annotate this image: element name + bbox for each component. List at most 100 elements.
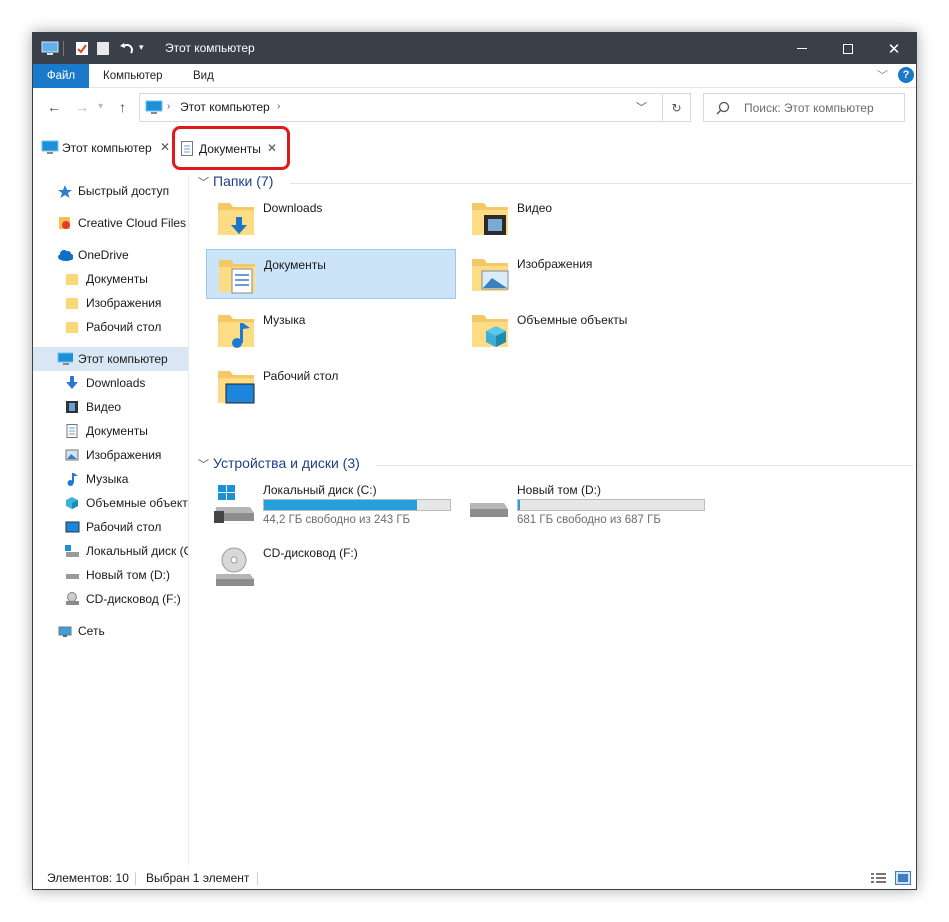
folder-documents[interactable]: Документы xyxy=(206,249,456,299)
pictures-folder-icon xyxy=(472,259,509,291)
film-icon xyxy=(66,401,78,413)
folder-icon xyxy=(66,322,78,333)
new-folder-icon[interactable] xyxy=(96,41,110,56)
sidebar-item-onedrive-desktop[interactable]: Рабочий стол xyxy=(33,315,188,339)
address-dropdown-icon[interactable]: ﹀ xyxy=(636,99,647,115)
sidebar-item-label: Документы xyxy=(86,272,148,286)
drive-new-volume-d[interactable]: Новый том (D:) 681 ГБ свободно из 687 ГБ xyxy=(460,481,710,533)
sidebar-item-label: Быстрый доступ xyxy=(78,184,170,198)
folder-name: Downloads xyxy=(263,201,323,215)
folder-desktop[interactable]: Рабочий стол xyxy=(206,361,456,411)
sidebar-item-pictures[interactable]: Изображения xyxy=(33,443,188,467)
cd-drive-icon xyxy=(216,547,254,586)
drive-cd-f[interactable]: CD-дисковод (F:) xyxy=(206,544,456,596)
network-icon xyxy=(58,626,72,637)
sidebar-item-label: Музыка xyxy=(86,472,129,486)
sidebar-item-local-disk-c[interactable]: Локальный диск (С xyxy=(33,539,188,563)
tab-view[interactable]: Вид xyxy=(181,64,226,88)
sidebar-item-label: Рабочий стол xyxy=(86,320,162,334)
sidebar-item-new-volume-d[interactable]: Новый том (D:) xyxy=(33,563,188,587)
folder-downloads[interactable]: Downloads xyxy=(206,193,456,243)
details-view-icon[interactable] xyxy=(871,872,887,885)
customize-toolbar-icon[interactable]: ▾ xyxy=(139,42,144,53)
drive-free-space: 44,2 ГБ свободно из 243 ГБ xyxy=(263,514,411,526)
sidebar-item-this-pc[interactable]: Этот компьютер xyxy=(33,347,188,371)
breadcrumb[interactable]: Этот компьютер xyxy=(180,100,270,114)
sidebar-item-downloads[interactable]: Downloads xyxy=(33,371,188,395)
sidebar-item-label: Этот компьютер xyxy=(78,352,168,366)
tab-this-pc[interactable]: Этот компьютер ✕ xyxy=(39,134,172,162)
folder-video[interactable]: Видео xyxy=(460,193,710,243)
up-arrow-icon[interactable]: ↑ xyxy=(119,99,126,115)
folder-3d-objects[interactable]: Объемные объекты xyxy=(460,305,710,355)
title-bar: ▾ Этот компьютер ✕ xyxy=(33,33,916,64)
3d-objects-folder-icon xyxy=(472,315,508,347)
search-input[interactable]: Поиск: Этот компьютер xyxy=(703,93,905,122)
navigation-pane: Быстрый доступ Creative Cloud Files OneD… xyxy=(33,175,189,865)
sidebar-item-quick-access[interactable]: Быстрый доступ xyxy=(33,179,188,203)
close-icon: ✕ xyxy=(887,40,901,58)
tab-label: Этот компьютер xyxy=(62,141,152,155)
sidebar-item-label: Изображения xyxy=(86,448,162,462)
folder-icon xyxy=(66,274,78,285)
sidebar-item-documents[interactable]: Документы xyxy=(33,419,188,443)
drive-free-space: 681 ГБ свободно из 687 ГБ xyxy=(517,514,661,526)
breadcrumb-chevron-icon[interactable]: › xyxy=(277,101,280,112)
highlight-frame xyxy=(172,126,290,170)
divider xyxy=(376,465,913,466)
group-header-folders[interactable]: ﹀ Папки (7) xyxy=(198,173,913,193)
desktop-icon xyxy=(65,521,80,533)
large-icons-view-icon[interactable] xyxy=(895,871,911,885)
drive-usage-fill xyxy=(518,500,520,510)
sidebar-item-music[interactable]: Музыка xyxy=(33,467,188,491)
drive-name: CD-дисковод (F:) xyxy=(263,546,358,560)
folder-pictures[interactable]: Изображения xyxy=(460,249,710,299)
sidebar-item-onedrive-documents[interactable]: Документы xyxy=(33,267,188,291)
tab-computer[interactable]: Компьютер xyxy=(91,64,175,88)
expand-ribbon-icon[interactable]: ﹀ xyxy=(877,67,888,83)
undo-icon[interactable] xyxy=(119,41,135,56)
sidebar-item-label: Объемные объект xyxy=(86,496,188,510)
sidebar-item-video[interactable]: Видео xyxy=(33,395,188,419)
address-bar[interactable]: › Этот компьютер › ﹀ xyxy=(139,93,691,122)
folder-music[interactable]: Музыка xyxy=(206,305,456,355)
help-icon[interactable]: ? xyxy=(898,67,914,83)
selection-count: Выбран 1 элемент xyxy=(146,871,250,885)
video-folder-icon xyxy=(472,203,508,235)
group-title: Папки (7) xyxy=(213,173,274,189)
chevron-down-icon: ﹀ xyxy=(198,459,209,471)
ribbon-tabs: Файл Компьютер Вид ﹀ ? xyxy=(33,64,916,88)
divider xyxy=(257,872,258,885)
sidebar-item-cd-drive-f[interactable]: CD-дисковод (F:) xyxy=(33,587,188,611)
sidebar-item-label: CD-дисковод (F:) xyxy=(86,592,181,606)
refresh-button[interactable]: ↻ xyxy=(662,93,691,122)
breadcrumb-chevron-icon[interactable]: › xyxy=(167,101,170,112)
explorer-window: ▾ Этот компьютер ✕ Файл Компьютер Вид ﹀ … xyxy=(32,32,917,890)
properties-icon[interactable] xyxy=(75,41,89,56)
close-button[interactable]: ✕ xyxy=(871,33,916,64)
sidebar-item-network[interactable]: Сеть xyxy=(33,619,188,643)
maximize-button[interactable] xyxy=(825,33,871,64)
music-icon xyxy=(67,473,78,486)
refresh-icon: ↻ xyxy=(671,100,682,115)
sidebar-item-desktop[interactable]: Рабочий стол xyxy=(33,515,188,539)
sidebar-item-label: Downloads xyxy=(86,376,146,390)
drive-usage-bar xyxy=(263,499,451,511)
sidebar-item-onedrive-pictures[interactable]: Изображения xyxy=(33,291,188,315)
status-bar: Элементов: 10 Выбран 1 элемент xyxy=(33,867,916,889)
sidebar-item-3d-objects[interactable]: Объемные объект xyxy=(33,491,188,515)
tab-file[interactable]: Файл xyxy=(33,64,89,88)
sidebar-item-creative-cloud[interactable]: Creative Cloud Files xyxy=(33,211,188,235)
sidebar-item-onedrive[interactable]: OneDrive xyxy=(33,243,188,267)
close-tab-icon[interactable]: ✕ xyxy=(160,140,170,154)
computer-icon xyxy=(145,100,163,114)
forward-arrow-icon[interactable]: → xyxy=(75,99,89,115)
address-row: ← → ▾ ↑ › Этот компьютер › ﹀ ↻ Поиск: Эт… xyxy=(33,90,916,126)
group-header-devices[interactable]: ﹀ Устройства и диски (3) xyxy=(198,455,913,475)
content-pane: ﹀ Папки (7) Downloads Видео Документы Из… xyxy=(193,169,915,865)
drive-local-disk-c[interactable]: Локальный диск (C:) 44,2 ГБ свободно из … xyxy=(206,481,456,533)
recent-locations-icon[interactable]: ▾ xyxy=(98,101,103,112)
minimize-button[interactable] xyxy=(779,33,825,64)
folder-name: Музыка xyxy=(263,313,306,327)
back-arrow-icon[interactable]: ← xyxy=(47,99,61,115)
